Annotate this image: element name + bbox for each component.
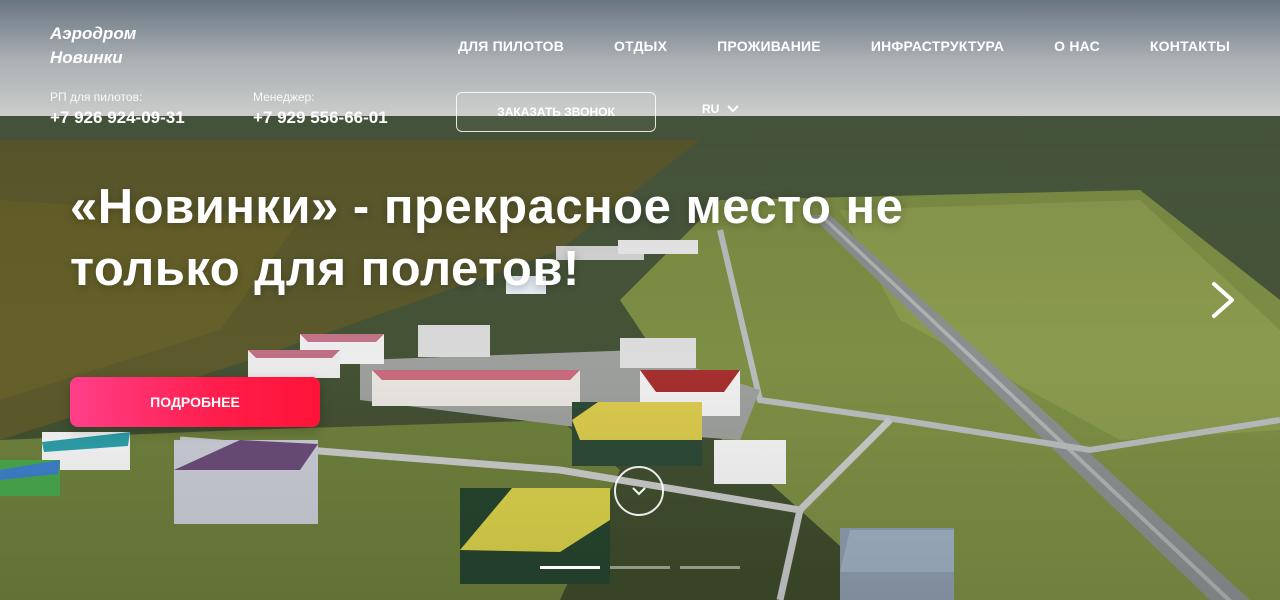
nav-item-pilots[interactable]: ДЛЯ ПИЛОТОВ bbox=[458, 38, 564, 54]
nav-item-rest[interactable]: ОТДЫХ bbox=[614, 38, 667, 54]
slider-dot-2[interactable] bbox=[610, 566, 670, 569]
callback-button[interactable]: ЗАКАЗАТЬ ЗВОНОК bbox=[456, 92, 656, 132]
more-button[interactable]: ПОДРОБНЕЕ bbox=[70, 377, 320, 427]
nav-item-contacts[interactable]: КОНТАКТЫ bbox=[1150, 38, 1230, 54]
pilots-phone-link[interactable]: +7 926 924-09-31 bbox=[50, 108, 185, 128]
hero-slider: Аэродром Новинки ДЛЯ ПИЛОТОВ ОТДЫХ ПРОЖИ… bbox=[0, 0, 1280, 600]
language-selector[interactable]: RU bbox=[702, 102, 740, 116]
headline-line2: только для полетов! bbox=[70, 242, 580, 296]
nav-item-infrastructure[interactable]: ИНФРАСТРУКТУРА bbox=[871, 38, 1004, 54]
hero-headline: «Новинки» - прекрасное место не только д… bbox=[70, 176, 1070, 300]
chevron-down-icon bbox=[727, 105, 740, 113]
site-logo[interactable]: Аэродром Новинки bbox=[50, 22, 136, 70]
nav-item-accommodation[interactable]: ПРОЖИВАНИЕ bbox=[717, 38, 821, 54]
slider-dot-1[interactable] bbox=[540, 566, 600, 569]
language-label: RU bbox=[702, 102, 720, 116]
manager-contact: Менеджер: +7 929 556-66-01 bbox=[253, 90, 388, 128]
chevron-down-icon bbox=[632, 487, 646, 496]
logo-line2: Новинки bbox=[50, 48, 123, 67]
nav-item-about[interactable]: О НАС bbox=[1054, 38, 1100, 54]
main-nav: ДЛЯ ПИЛОТОВ ОТДЫХ ПРОЖИВАНИЕ ИНФРАСТРУКТ… bbox=[408, 38, 1230, 54]
logo-line1: Аэродром bbox=[50, 24, 137, 43]
manager-phone-label: Менеджер: bbox=[253, 90, 315, 104]
slider-dot-3[interactable] bbox=[680, 566, 740, 569]
chevron-right-icon[interactable] bbox=[1206, 280, 1240, 320]
pilots-contact: РП для пилотов: +7 926 924-09-31 bbox=[50, 90, 185, 128]
slider-pagination bbox=[540, 566, 740, 569]
manager-phone-link[interactable]: +7 929 556-66-01 bbox=[253, 108, 388, 128]
headline-line1: «Новинки» - прекрасное место не bbox=[70, 180, 904, 234]
scroll-down-button[interactable] bbox=[614, 466, 664, 516]
pilots-phone-label: РП для пилотов: bbox=[50, 90, 143, 104]
